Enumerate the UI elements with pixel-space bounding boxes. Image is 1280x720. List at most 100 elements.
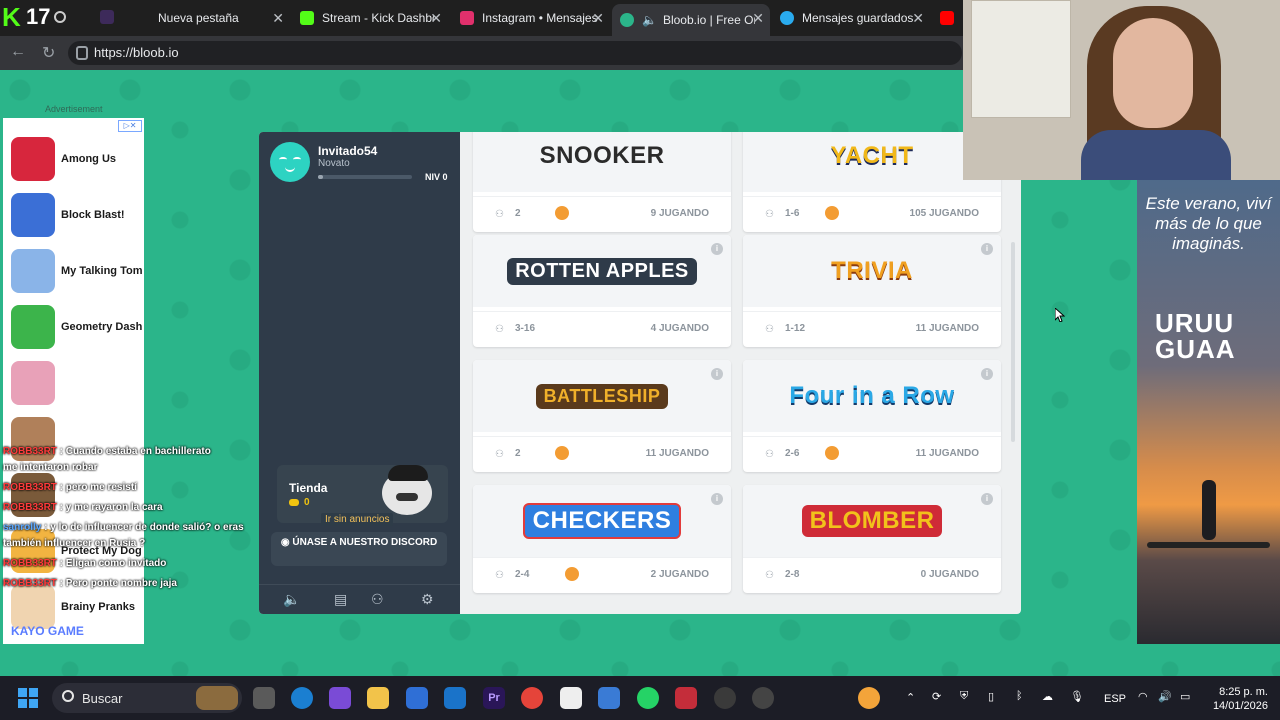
premiere-icon[interactable]: Pr	[483, 687, 505, 709]
taskbar-clock[interactable]: 8:25 p. m. 14/01/2026	[1213, 685, 1268, 713]
coin-icon	[289, 499, 299, 506]
profile-sidebar: Invitado54 Novato NIV 0 Tienda 0 Ir sin …	[259, 132, 460, 614]
ad-game-hidden-1[interactable]	[11, 360, 144, 406]
close-icon[interactable]: ✕	[912, 10, 924, 27]
reload-icon[interactable]: ↻	[42, 43, 55, 63]
close-icon[interactable]: ✕	[752, 10, 764, 27]
calculator-icon[interactable]	[675, 687, 697, 709]
close-icon[interactable]: ✕	[430, 10, 442, 27]
info-icon[interactable]: i	[981, 368, 993, 380]
game-card-footer: ⚇ 1-6 105 JUGANDO	[743, 196, 1001, 232]
outlook-icon[interactable]	[444, 687, 466, 709]
game-card-footer: ⚇ 2-6 11 JUGANDO	[743, 436, 1001, 472]
newspaper-icon[interactable]: ▤	[334, 591, 347, 608]
avatar[interactable]	[270, 142, 310, 182]
close-icon[interactable]: ✕	[272, 10, 284, 27]
notification-app-icon[interactable]	[858, 687, 880, 709]
chrome-icon[interactable]	[521, 687, 543, 709]
copilot-icon[interactable]	[329, 687, 351, 709]
shield-icon[interactable]: ⛨	[960, 690, 968, 703]
taskbar-search[interactable]: Buscar	[52, 683, 242, 713]
tab-bloob[interactable]: 🔈 Bloob.io | Free Online ✕	[612, 4, 770, 36]
discord-button[interactable]: ◉ ÚNASE A NUESTRO DISCORD	[271, 532, 447, 566]
info-icon[interactable]: i	[711, 493, 723, 505]
game-card-four-in-a-row[interactable]: Four in a Row i ⚇ 2-6 11 JUGANDO	[743, 360, 1001, 472]
sync-icon[interactable]: ⟳	[932, 690, 941, 703]
block-blast-thumbnail	[11, 193, 55, 237]
battery-icon[interactable]: ▭	[1180, 690, 1190, 703]
search-icon	[62, 690, 74, 702]
language-indicator[interactable]: ESP	[1104, 693, 1126, 705]
game-card-snooker[interactable]: SNOOKER ⚇ 2 9 JUGANDO	[473, 132, 731, 232]
group-icon[interactable]: ⚇	[371, 591, 384, 608]
game-card-checkers[interactable]: CHECKERS i ⚇ 2-4 2 JUGANDO	[473, 485, 731, 593]
ad-game-block-blast[interactable]: Block Blast!	[11, 192, 144, 238]
tab-new-tab[interactable]: Nueva pestaña ✕	[150, 4, 290, 32]
info-icon[interactable]: i	[711, 243, 723, 255]
tab-search-icon[interactable]	[54, 11, 66, 23]
game-card-trivia[interactable]: TRIVIA i ⚇ 1-12 11 JUGANDO	[743, 235, 1001, 347]
chevron-up-icon[interactable]: ⌃	[906, 691, 915, 704]
site-info-icon[interactable]	[76, 46, 88, 60]
pumpkin-event-icon	[825, 206, 839, 220]
playing-count: 9 JUGANDO	[650, 208, 709, 219]
tab-count[interactable]: 17	[26, 4, 50, 30]
pumpkin-event-icon	[565, 567, 579, 581]
game-art: CHECKERS	[473, 485, 731, 557]
ad-game-talking-tom[interactable]: My Talking Tom	[11, 248, 144, 294]
speaker-icon[interactable]: 🔈	[642, 13, 657, 27]
tab-kick-dashboard[interactable]: Stream - Kick Dashboard ✕	[292, 4, 448, 32]
ad-game-geometry-dash[interactable]: Geometry Dash	[11, 304, 144, 350]
game-art: Four in a Row	[743, 360, 1001, 432]
mic-icon[interactable]: 🎙	[1070, 690, 1084, 703]
settings-app-icon[interactable]	[752, 687, 774, 709]
info-icon[interactable]: i	[711, 368, 723, 380]
whatsapp-icon[interactable]	[637, 687, 659, 709]
extension-icon[interactable]	[100, 10, 114, 24]
volume-icon[interactable]: 🔊	[1158, 690, 1172, 703]
edge-icon[interactable]	[291, 687, 313, 709]
discord-icon: ◉	[280, 537, 293, 548]
right-ad-banner[interactable]: Este verano, viví más de lo que imaginás…	[1137, 180, 1280, 644]
streamer-webcam	[963, 0, 1280, 180]
tab-telegram[interactable]: Mensajes guardados ✕	[772, 4, 930, 32]
sidebar-footer: 🔈 ▤ ⚇ ⚙	[259, 584, 460, 614]
gear-icon[interactable]: ⚙	[421, 591, 434, 608]
info-icon[interactable]: i	[981, 243, 993, 255]
url-field[interactable]: https://bloob.io	[68, 41, 962, 65]
chat-message: ROBB33RT : Pero ponte nombre jaja	[3, 578, 177, 589]
back-arrow-icon[interactable]: ←	[10, 43, 26, 61]
tab-instagram[interactable]: Instagram • Mensajes ✕	[452, 4, 610, 32]
windows-start-icon[interactable]	[18, 688, 38, 708]
snipping-icon[interactable]	[598, 687, 620, 709]
no-ads-link[interactable]: Ir sin anuncios	[321, 513, 394, 526]
wifi-icon[interactable]: ◠	[1138, 690, 1148, 703]
cloud-icon[interactable]: ☁	[1042, 690, 1053, 703]
info-icon[interactable]: i	[981, 493, 993, 505]
microsoft-store-icon[interactable]	[406, 687, 428, 709]
game-list-scrollbar[interactable]	[1011, 242, 1015, 442]
discord-label: ÚNASE A NUESTRO DISCORD	[292, 537, 438, 548]
speaker-icon[interactable]: 🔈	[283, 591, 300, 608]
username[interactable]: Invitado54	[318, 144, 377, 158]
ad-game-name: Geometry Dash	[61, 321, 143, 333]
capcut-icon[interactable]	[560, 687, 582, 709]
players-icon: ⚇	[765, 570, 774, 581]
game-card-battleship[interactable]: BATTLESHIP i ⚇ 2 11 JUGANDO	[473, 360, 731, 472]
playing-count: 4 JUGANDO	[650, 323, 709, 334]
file-explorer-icon[interactable]	[367, 687, 389, 709]
game-card-rotten-apples[interactable]: ROTTEN APPLES i ⚇ 3-16 4 JUGANDO	[473, 235, 731, 347]
ad-game-among-us[interactable]: Among Us	[11, 136, 144, 182]
bluetooth-icon[interactable]: ᛒ	[1016, 690, 1023, 702]
task-view-icon[interactable]	[253, 687, 275, 709]
tab-youtube[interactable]: T	[932, 4, 963, 32]
game-list: SNOOKER ⚇ 2 9 JUGANDO YACHT ⚇ 1-6 105 JU	[460, 132, 1021, 614]
kayo-game-watermark: KAYO GAME	[11, 624, 84, 638]
close-icon[interactable]: ✕	[592, 10, 604, 27]
game-card-blomber[interactable]: BLOMBER i ⚇ 2-8 0 JUGANDO	[743, 485, 1001, 593]
ad-game-name: My Talking Tom	[61, 265, 143, 277]
media-player-icon[interactable]	[714, 687, 736, 709]
usb-icon[interactable]: ▯	[988, 690, 994, 703]
ad-choices-icon[interactable]: ▷✕	[118, 120, 142, 132]
yoga-person-image	[1202, 480, 1216, 540]
